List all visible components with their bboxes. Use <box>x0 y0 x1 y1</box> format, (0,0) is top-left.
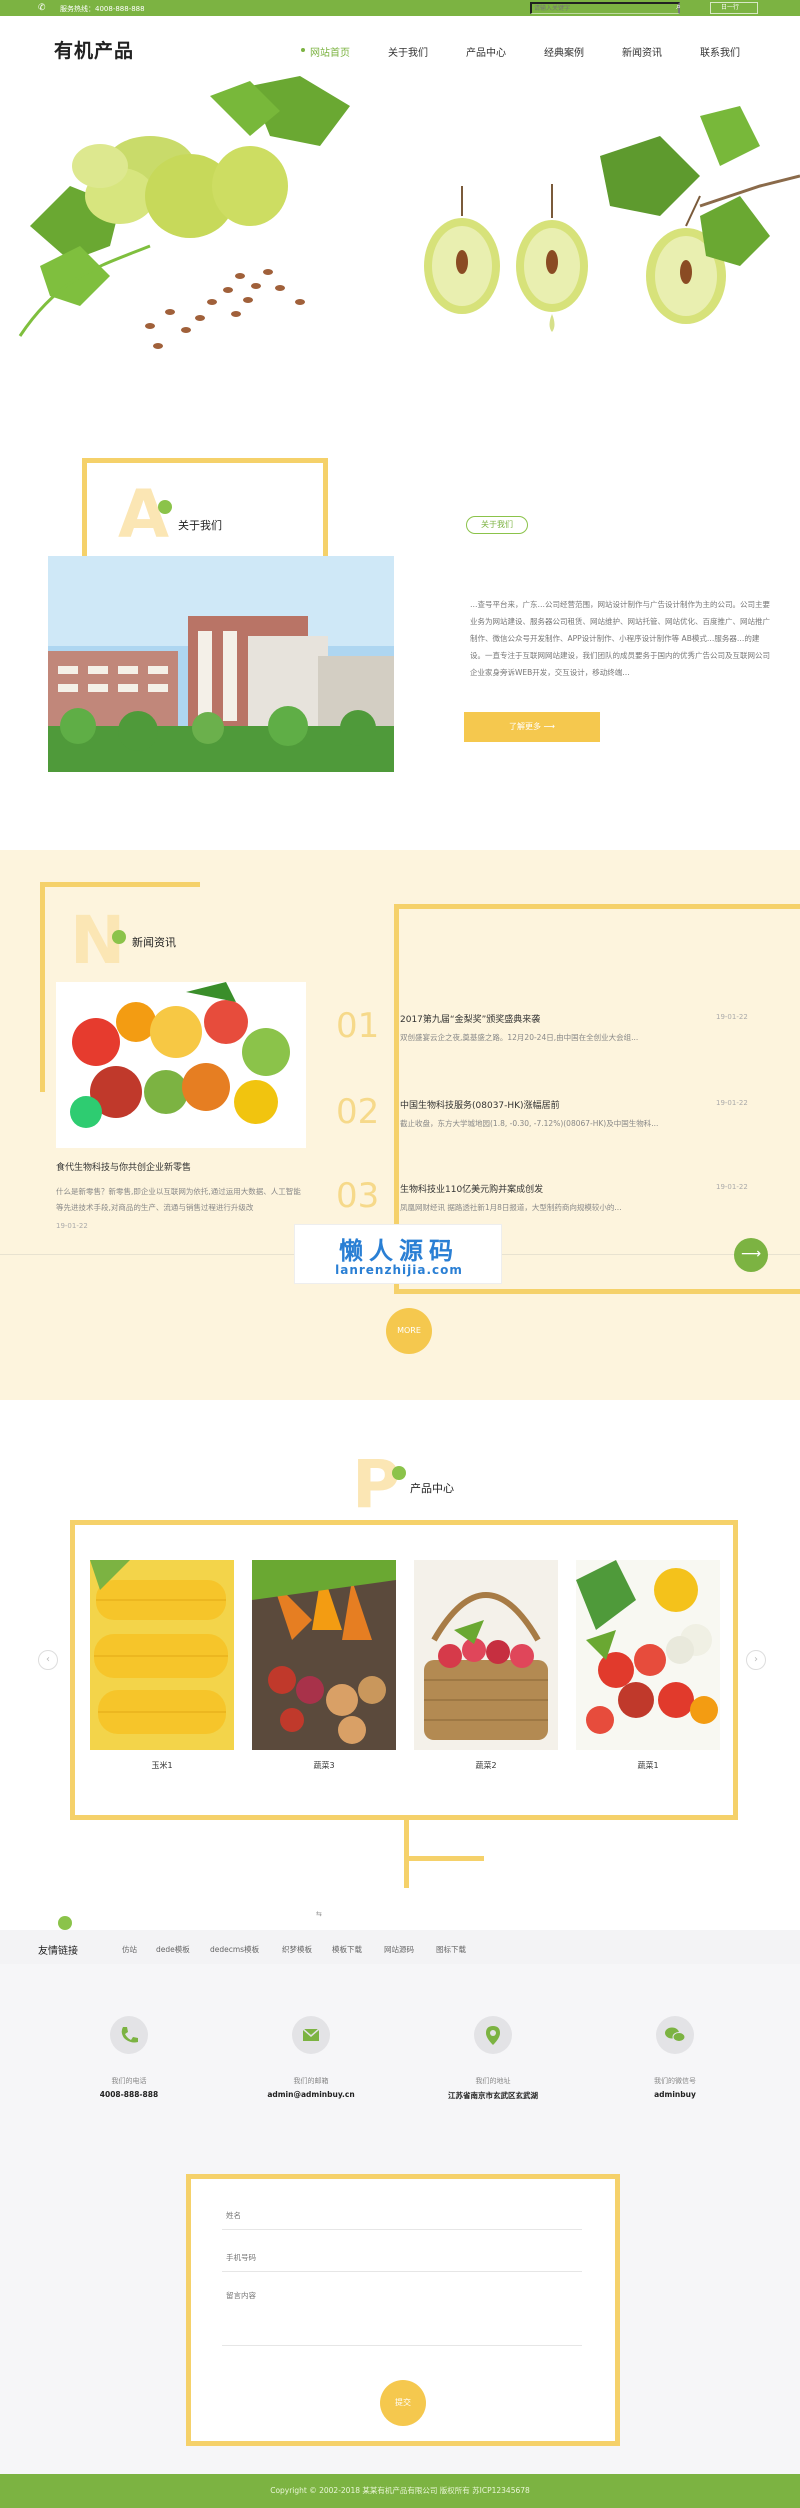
news-next-arrow-icon[interactable]: ⟶ <box>734 1238 768 1272</box>
about-big-letter: A <box>118 476 170 553</box>
friend-link[interactable]: dedecms模板 <box>210 1944 259 1955</box>
nav-active-dot <box>301 48 305 52</box>
contact-label: 我们的地址 <box>475 2077 511 2085</box>
news-item-date: 19-01-22 <box>716 1099 748 1107</box>
product-card[interactable]: 蔬菜3 <box>252 1560 396 1771</box>
nav-contact[interactable]: 联系我们 <box>700 44 740 59</box>
product-card[interactable]: 蔬菜2 <box>414 1560 558 1771</box>
nav-news[interactable]: 新闻资讯 <box>622 44 662 59</box>
news-item-desc: 截止收盘，东方大学城地园(1.8, -0.30, -7.12%)(08067-H… <box>400 1119 659 1128</box>
prev-arrow-icon[interactable]: ‹ <box>38 1650 58 1670</box>
about-title: 关于我们 <box>178 519 222 532</box>
product-name[interactable]: 蔬菜2 <box>414 1760 558 1771</box>
about-description: …查号平台来，广东…公司经营范围，网站设计制作与广告设计制作为主的公司。公司主要… <box>470 600 770 677</box>
mail-icon <box>292 2016 330 2054</box>
products-frame-tail <box>404 1856 484 1861</box>
about-photo <box>48 556 394 772</box>
friend-link[interactable]: 模板下载 <box>332 1944 362 1955</box>
phone-field[interactable] <box>222 2244 582 2272</box>
name-field[interactable] <box>222 2202 582 2230</box>
contact-value: 江苏省南京市玄武区玄武湖 <box>448 2091 538 2100</box>
news-featured-title[interactable]: 食代生物科技与你共创企业新零售 <box>56 1160 306 1173</box>
news-item-number: 02 <box>336 1092 380 1132</box>
nav-products[interactable]: 产品中心 <box>466 44 506 59</box>
contact-value: admin@adminbuy.cn <box>267 2090 355 2099</box>
nav-about[interactable]: 关于我们 <box>388 44 428 59</box>
product-image[interactable] <box>252 1560 396 1750</box>
news-item-title[interactable]: 中国生物科技服务(08037-HK)涨幅居前 <box>400 1098 560 1111</box>
nav-home[interactable]: 网站首页 <box>310 44 350 59</box>
submit-button[interactable]: 提交 <box>380 2380 426 2426</box>
products-title: 产品中心 <box>410 1482 454 1495</box>
products-big-letter: P <box>352 1446 401 1523</box>
products-dot <box>392 1466 406 1480</box>
site-logo[interactable]: 有机产品 <box>54 36 134 63</box>
product-card[interactable]: 玉米1 <box>90 1560 234 1771</box>
links-title: 友情链接 <box>38 1946 78 1957</box>
links-dot <box>58 1916 72 1930</box>
contact-value: adminbuy <box>654 2090 696 2099</box>
wechat-icon <box>656 2016 694 2054</box>
news-more-button[interactable]: MORE <box>386 1308 432 1354</box>
friend-link[interactable]: 网站源码 <box>384 1944 414 1955</box>
news-item-date: 19-01-22 <box>716 1183 748 1191</box>
news-item-number: 03 <box>336 1176 380 1216</box>
news-item-title[interactable]: 生物科技业110亿美元购并案成创发 <box>400 1182 543 1195</box>
message-field[interactable] <box>222 2284 582 2346</box>
news-dot <box>112 930 126 944</box>
phone-icon: ✆ <box>38 3 46 13</box>
product-image[interactable] <box>576 1560 720 1750</box>
phone-icon <box>110 2016 148 2054</box>
product-card[interactable]: 蔬菜1 <box>576 1560 720 1771</box>
news-item-title[interactable]: 2017第九届“金梨奖”颁奖盛典来袭 <box>400 1012 540 1025</box>
contact-label: 我们的微信号 <box>654 2077 696 2085</box>
product-name[interactable]: 蔬菜3 <box>252 1760 396 1771</box>
carousel-pager-icon[interactable]: ⇆ <box>316 1910 322 1918</box>
news-item-date: 19-01-22 <box>716 1013 748 1021</box>
friend-link[interactable]: 图标下载 <box>436 1944 466 1955</box>
friend-link[interactable]: dede模板 <box>156 1944 190 1955</box>
next-arrow-icon[interactable]: › <box>746 1650 766 1670</box>
news-item-desc: 双创盛宴云企之夜,奠基盛之路。12月20-24日,由中国在全创业大会组... <box>400 1033 639 1042</box>
news-featured-desc: 什么是新零售？新零售,即企业以互联网为依托,通过运用大数据、人工智能等先进技术手… <box>56 1187 301 1212</box>
search-icon[interactable]: ⌕ <box>676 2 681 12</box>
top-bar: ✆ 服务热线：4008-888-888 ⌕ 日一行 <box>0 0 800 16</box>
watermark: 懒人源码 lanrenzhijia.com <box>294 1224 502 1284</box>
friend-link[interactable]: 织梦模板 <box>282 1944 312 1955</box>
about-tag[interactable]: 关于我们 <box>466 516 528 534</box>
news-title: 新闻资讯 <box>132 936 176 949</box>
grapes-illustration <box>18 76 800 349</box>
product-image[interactable] <box>90 1560 234 1750</box>
contact-label: 我们的电话 <box>111 2077 147 2085</box>
hero-banner <box>0 76 800 380</box>
contact-value: 4008-888-888 <box>99 2090 159 2099</box>
watermark-en: lanrenzhijia.com <box>335 1263 463 1277</box>
nav-cases[interactable]: 经典案例 <box>544 44 584 59</box>
footer-copyright: Copyright © 2002-2018 某某有机产品有限公司 版权所有 苏I… <box>0 2474 800 2508</box>
products-frame-tail <box>404 1818 409 1888</box>
news-item-desc: 凤凰网财经讯 据路透社新1月8日报道，大型制药商向规模较小的... <box>400 1203 622 1212</box>
contact-label: 我们的邮箱 <box>293 2077 329 2085</box>
search-input[interactable] <box>530 2 680 14</box>
watermark-cn: 懒人源码 <box>339 1237 459 1265</box>
language-select[interactable]: 日一行 <box>710 2 758 14</box>
news-featured-date: 19-01-22 <box>56 1222 88 1230</box>
news-item-number: 01 <box>336 1006 380 1046</box>
friend-link[interactable]: 仿站 <box>122 1944 137 1955</box>
location-icon <box>474 2016 512 2054</box>
product-name[interactable]: 蔬菜1 <box>576 1760 720 1771</box>
about-dot <box>158 500 172 514</box>
news-featured-image[interactable] <box>56 982 306 1148</box>
hotline-text: 服务热线：4008-888-888 <box>60 5 145 13</box>
product-name[interactable]: 玉米1 <box>90 1760 234 1771</box>
about-more-button[interactable]: 了解更多 ⟶ <box>464 712 600 742</box>
product-image[interactable] <box>414 1560 558 1750</box>
